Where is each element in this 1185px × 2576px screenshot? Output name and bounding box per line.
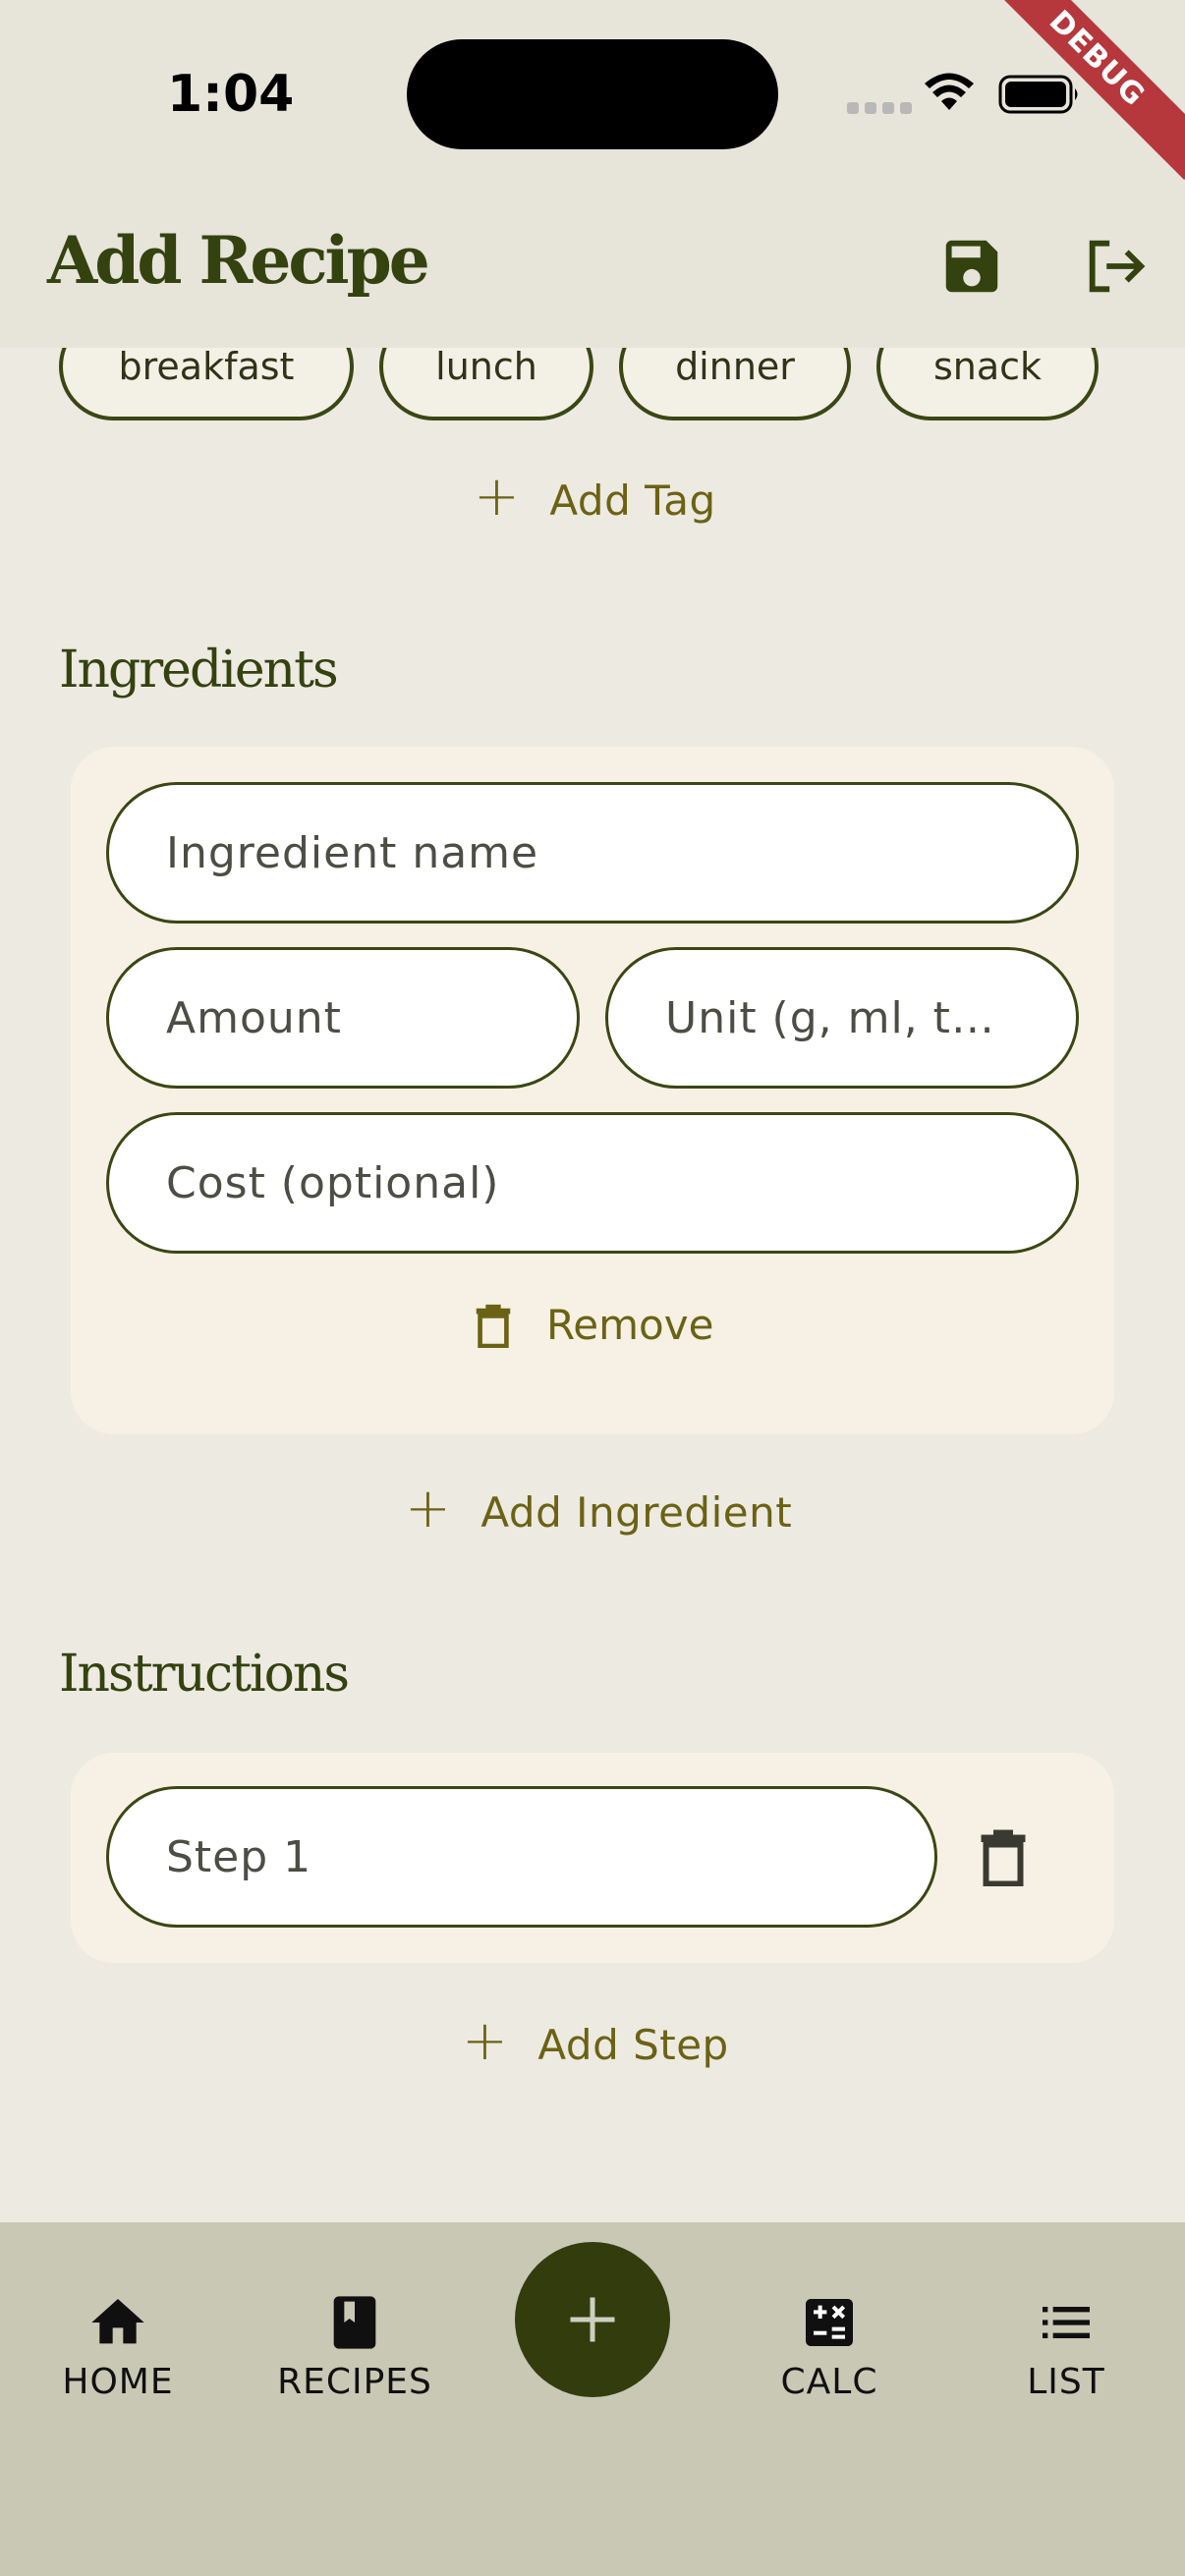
recipe-form[interactable]: breakfast lunch dinner snack + Add Tag I…: [0, 348, 1185, 2222]
delete-step-button[interactable]: [979, 1827, 1038, 1887]
remove-label: Remove: [546, 1301, 714, 1349]
save-icon: [945, 240, 998, 293]
ingredients-heading: Ingredients: [59, 641, 339, 700]
nav-label-calc: CALC: [780, 2362, 878, 2402]
tag-chip-snack[interactable]: snack: [876, 348, 1099, 420]
logout-button[interactable]: [1079, 232, 1152, 301]
logout-icon: [1089, 240, 1146, 293]
add-tag-label: Add Tag: [549, 476, 716, 525]
save-button[interactable]: [937, 232, 1006, 301]
remove-ingredient-button[interactable]: Remove: [474, 1301, 713, 1349]
signal-icon: [847, 102, 912, 114]
step-card: Step 1: [71, 1753, 1114, 1963]
nav-label-home: HOME: [62, 2362, 174, 2402]
add-step-button[interactable]: + Add Step: [462, 2014, 729, 2069]
tag-chip-breakfast[interactable]: breakfast: [59, 348, 354, 420]
dynamic-island: [407, 39, 778, 149]
list-icon: [1043, 2307, 1090, 2338]
bottom-navigation: HOME RECIPES CALC LIST: [0, 2222, 1185, 2576]
app-bar: Add Recipe: [0, 196, 1185, 348]
nav-item-home[interactable]: HOME: [20, 2291, 216, 2402]
nav-item-list[interactable]: LIST: [968, 2291, 1164, 2402]
ingredient-amount-input[interactable]: Amount: [106, 947, 580, 1089]
tag-chips: breakfast lunch dinner snack: [59, 348, 1099, 420]
status-time: 1:04: [167, 65, 295, 124]
ingredient-name-input[interactable]: Ingredient name: [106, 782, 1079, 924]
status-bar: 1:04 DEBUG: [0, 0, 1185, 196]
battery-icon: [998, 75, 1078, 114]
step-input[interactable]: Step 1: [106, 1786, 937, 1928]
tag-chip-lunch[interactable]: lunch: [379, 348, 593, 420]
home-icon: [91, 2299, 144, 2344]
book-icon: [333, 2296, 376, 2349]
add-ingredient-label: Add Ingredient: [480, 1487, 793, 1537]
page-title: Add Recipe: [47, 222, 430, 299]
nav-label-recipes: RECIPES: [277, 2362, 432, 2402]
plus-icon: +: [405, 1477, 452, 1540]
nav-label-list: LIST: [1027, 2362, 1105, 2402]
add-ingredient-button[interactable]: + Add Ingredient: [405, 1482, 793, 1537]
ingredient-card: Ingredient name Amount Unit (g, ml, t… C…: [71, 747, 1114, 1434]
instructions-heading: Instructions: [59, 1645, 350, 1704]
plus-icon: [570, 2297, 615, 2342]
nav-item-calc[interactable]: CALC: [731, 2291, 928, 2402]
calculator-icon: [806, 2299, 853, 2346]
trash-icon: [981, 1829, 1026, 1887]
plus-icon: +: [474, 465, 521, 529]
tag-chip-dinner[interactable]: dinner: [619, 348, 851, 420]
add-recipe-fab[interactable]: [515, 2242, 670, 2397]
add-step-label: Add Step: [537, 2020, 729, 2069]
ingredient-unit-input[interactable]: Unit (g, ml, t…: [605, 947, 1079, 1089]
ingredient-cost-input[interactable]: Cost (optional): [106, 1112, 1079, 1254]
nav-item-recipes[interactable]: RECIPES: [256, 2291, 453, 2402]
plus-icon: +: [462, 2009, 509, 2073]
add-tag-button[interactable]: + Add Tag: [474, 470, 716, 525]
trash-icon: [476, 1304, 511, 1348]
wifi-icon: [925, 73, 974, 110]
